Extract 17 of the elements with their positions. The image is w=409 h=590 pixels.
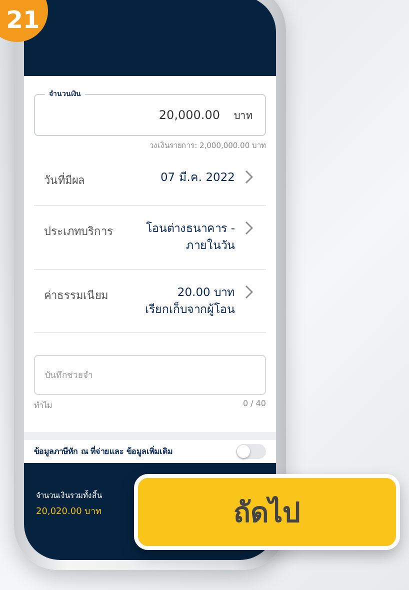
row-value: 07 มี.ค. 2022 — [160, 169, 235, 186]
memo-helper-text: ทำไม — [34, 400, 52, 412]
chevron-right-icon[interactable] — [245, 284, 254, 298]
tax-info-label: ข้อมูลภาษีหัก ณ ที่จ่ายและ ข้อมูลเพิ่มเติม — [34, 445, 172, 458]
row-value: โอนต่างธนาคาร - ภายในวัน — [145, 220, 235, 254]
chevron-right-icon[interactable] — [245, 170, 254, 184]
character-counter: 0 / 40 — [242, 399, 266, 410]
chevron-right-icon[interactable] — [245, 221, 254, 235]
row-label: วันที่มีผล — [44, 172, 85, 189]
toggle-switch[interactable] — [236, 444, 266, 459]
currency-unit: บาท — [234, 110, 253, 122]
row-label: ประเภทบริการ — [44, 224, 113, 240]
row-label: ค่าธรรมเนียม — [44, 288, 108, 304]
row-note: เรียกเก็บจากผู้โอน — [145, 300, 235, 318]
row-value: 20.00 บาท — [177, 284, 235, 300]
step-badge: 21 — [0, 0, 48, 42]
next-button[interactable]: ถัดไป — [134, 474, 400, 550]
